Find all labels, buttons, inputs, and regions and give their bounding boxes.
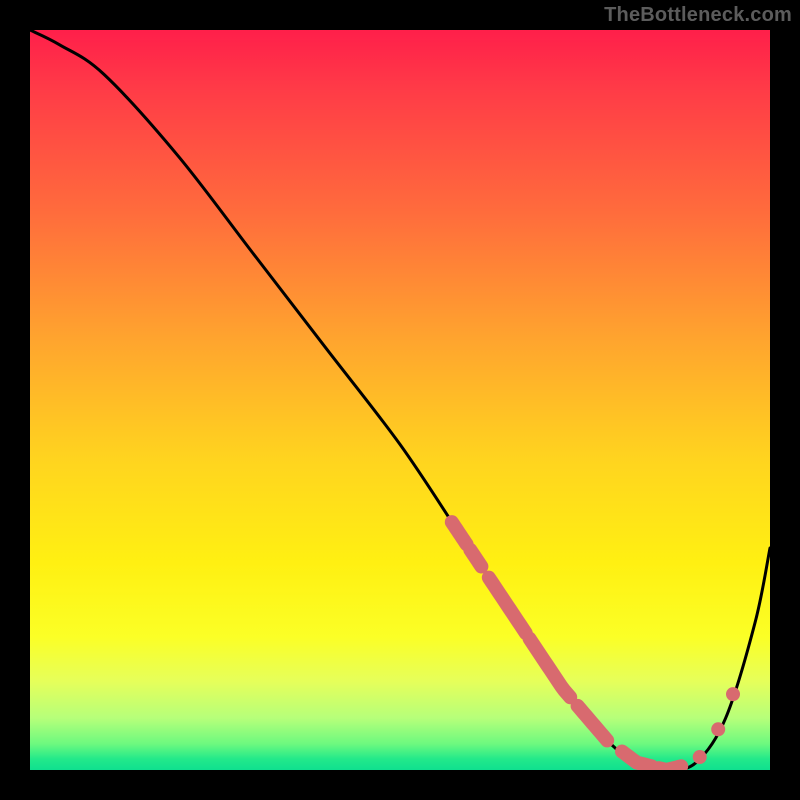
highlight-segment (470, 550, 481, 567)
highlight-dot (726, 687, 740, 701)
highlight-segment (489, 578, 526, 634)
highlight-segment (452, 522, 467, 544)
attribution-label: TheBottleneck.com (604, 4, 792, 27)
highlight-dot (693, 750, 707, 764)
highlight-group (452, 522, 740, 770)
highlight-dot (711, 722, 725, 736)
chart-stage: TheBottleneck.com (0, 0, 800, 800)
highlight-segment (578, 706, 608, 741)
curve-layer (30, 30, 770, 770)
highlight-segment (622, 752, 652, 767)
plot-area (30, 30, 770, 770)
highlight-segment (659, 766, 681, 770)
highlight-segment (530, 639, 571, 698)
bottleneck-curve (30, 30, 770, 770)
